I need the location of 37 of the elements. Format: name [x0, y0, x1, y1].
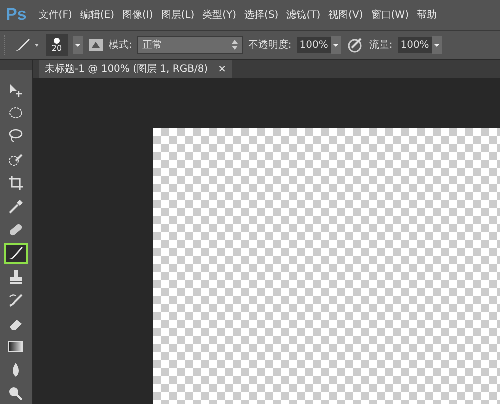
flow-label: 流量:	[369, 38, 393, 52]
menu-item[interactable]: 帮助	[416, 8, 437, 22]
document-tab[interactable]: 未标题-1 @ 100% (图层 1, RGB/8) ×	[39, 60, 232, 78]
quick-selection-brush-icon	[8, 152, 24, 168]
brush-size-picker[interactable]: 20	[46, 34, 68, 56]
stamp-icon	[8, 268, 24, 285]
up-down-arrows-icon	[232, 40, 238, 50]
pressure-icon[interactable]	[346, 36, 364, 54]
dodge-tool-icon	[8, 386, 24, 402]
eyedropper-icon	[8, 198, 24, 215]
tool-button[interactable]	[4, 243, 28, 264]
opacity-field[interactable]: 100%	[296, 37, 332, 53]
dropdown-caret-icon[interactable]	[432, 36, 442, 54]
close-icon[interactable]: ×	[218, 64, 226, 74]
lasso-icon	[8, 128, 24, 144]
crop-icon	[8, 175, 24, 192]
menu-item[interactable]: 选择(S)	[244, 8, 279, 22]
menu-item[interactable]: 视图(V)	[328, 8, 364, 22]
brush-panel-icon[interactable]	[88, 37, 104, 53]
opacity-label: 不透明度:	[248, 38, 292, 52]
menu-item[interactable]: 编辑(E)	[80, 8, 114, 22]
mode-label: 模式:	[109, 38, 132, 52]
menu-item[interactable]: 图层(L)	[161, 8, 195, 22]
menu-item[interactable]: 文件(F)	[38, 8, 72, 22]
menu-item[interactable]: 类型(Y)	[202, 8, 237, 22]
flow-field[interactable]: 100%	[398, 37, 432, 53]
dropdown-caret-icon[interactable]	[331, 36, 342, 54]
history-brush-icon	[8, 292, 24, 308]
gradient-icon	[8, 339, 24, 356]
move-arrow-icon	[8, 82, 24, 98]
menu-item[interactable]: 图像(I)	[122, 8, 154, 22]
mode-dropdown[interactable]: 正常	[137, 36, 244, 54]
brush-icon	[8, 245, 24, 262]
menu-item[interactable]: 窗口(W)	[371, 8, 409, 22]
dropdown-caret-icon[interactable]	[73, 36, 83, 54]
ellipse-selection-icon	[8, 104, 24, 121]
menu-item[interactable]: 滤镜(T)	[286, 8, 321, 22]
